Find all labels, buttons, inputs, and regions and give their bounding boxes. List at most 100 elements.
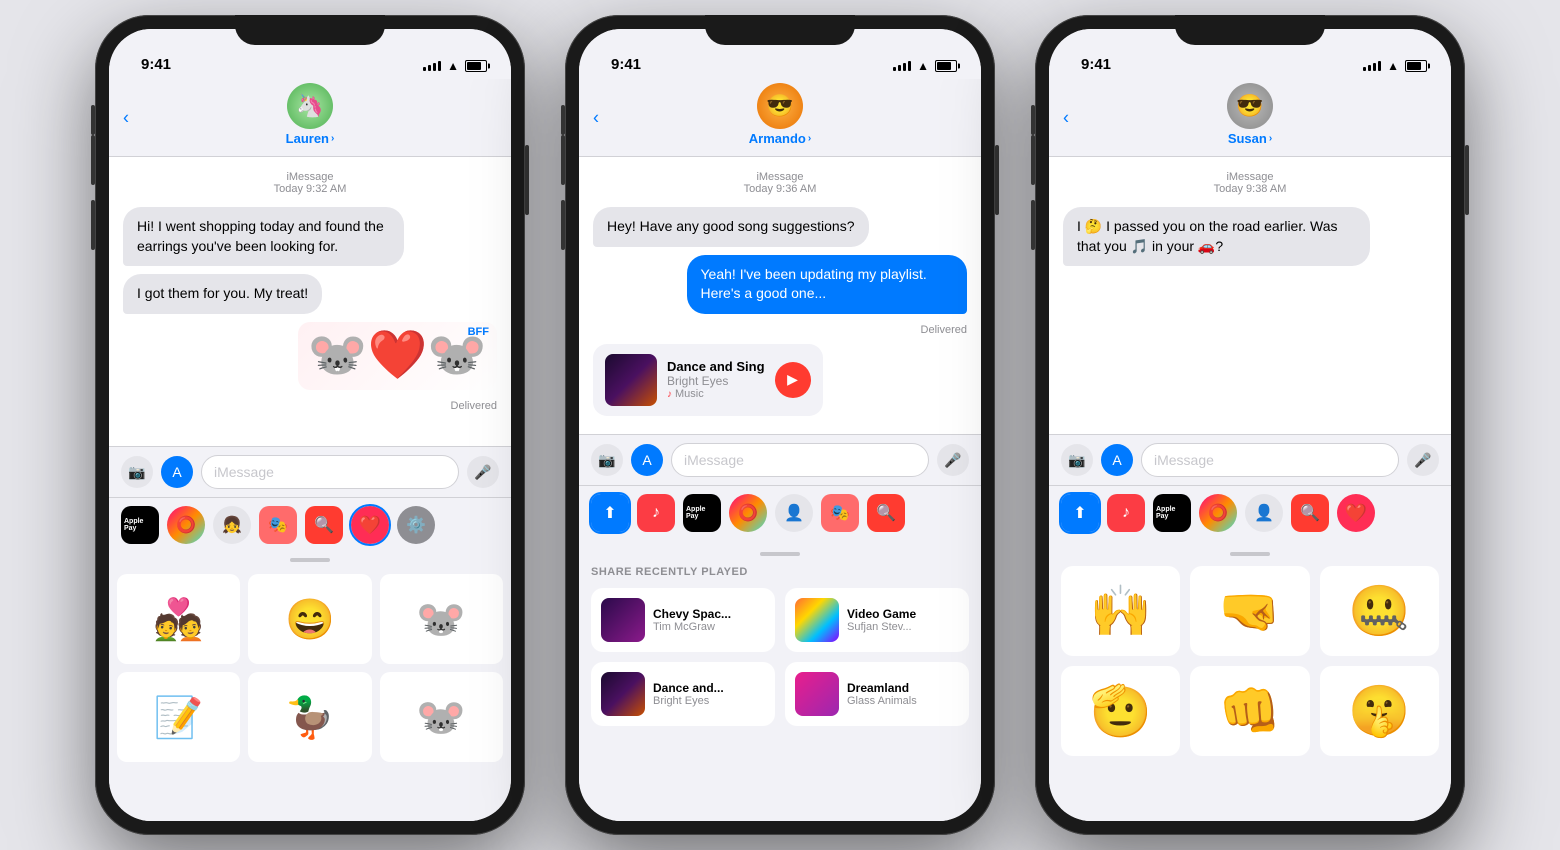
signal-bars-1 [423, 61, 441, 71]
tray-heart-3[interactable]: ❤️ [1337, 494, 1375, 532]
audio-button-1[interactable]: 🎤 [467, 456, 499, 488]
contact-name-2[interactable]: Armando › [749, 131, 811, 146]
screen-2: 9:41 ▲ ‹ 😎 Armando › [579, 29, 981, 821]
message-bubble-1: Hi! I went shopping today and found the … [123, 207, 404, 266]
recently-played-3[interactable]: Dance and... Bright Eyes [591, 662, 775, 726]
tray-search-2[interactable]: 🔍 [867, 494, 905, 532]
music-grid-1: Chevy Spac... Tim McGraw Video Game Sufj… [591, 588, 969, 726]
appstore-button-2[interactable]: A [631, 444, 663, 476]
sticker-6[interactable]: 🐭 [380, 672, 503, 762]
contact-name-1[interactable]: Lauren › [286, 131, 335, 146]
tray-apps-3[interactable]: ⬆ [1061, 494, 1099, 532]
tray-memoji-2[interactable]: 👤 [775, 494, 813, 532]
music-thumb-dance [601, 672, 645, 716]
volume-up-1 [91, 135, 95, 185]
volume-down-3 [1031, 200, 1035, 250]
imessage-input-2[interactable]: iMessage [671, 443, 929, 477]
camera-button-1[interactable]: 📷 [121, 456, 153, 488]
tray-music-3[interactable]: ♪ [1107, 494, 1145, 532]
signal-bar-3 [433, 63, 436, 71]
tray-rainbow-1[interactable]: ⭕ [167, 506, 205, 544]
tray-search-1[interactable]: 🔍 [305, 506, 343, 544]
recently-played-1[interactable]: Chevy Spac... Tim McGraw [591, 588, 775, 652]
audio-button-3[interactable]: 🎤 [1407, 444, 1439, 476]
tray-rainbow-3[interactable]: ⭕ [1199, 494, 1237, 532]
music-item-title-2: Video Game [847, 607, 959, 621]
music-item-info-1: Chevy Spac... Tim McGraw [653, 607, 765, 633]
sticker-4[interactable]: 📝 [117, 672, 240, 762]
drag-handle-2[interactable] [760, 552, 800, 556]
imessage-input-3[interactable]: iMessage [1141, 443, 1399, 477]
music-card-1[interactable]: Dance and Sing Bright Eyes ♪ Music ▶ [593, 344, 823, 416]
music-thumb-1 [605, 354, 657, 406]
recently-played-4[interactable]: Dreamland Glass Animals [785, 662, 969, 726]
tray-applepay-3[interactable]: Apple Pay [1153, 494, 1191, 532]
memoji-3[interactable]: 🤐 [1320, 566, 1439, 656]
message-bubble-4: Yeah! I've been updating my playlist. He… [687, 255, 968, 314]
recently-played-2[interactable]: Video Game Sufjan Stev... [785, 588, 969, 652]
back-button-1[interactable]: ‹ [123, 107, 129, 128]
memoji-4[interactable]: 🫡 [1061, 666, 1180, 756]
appstore-button-1[interactable]: A [161, 456, 193, 488]
contact-name-3[interactable]: Susan › [1228, 131, 1272, 146]
wifi-icon-1: ▲ [447, 59, 459, 73]
silent-switch-2 [561, 105, 565, 135]
music-item-info-2: Video Game Sufjan Stev... [847, 607, 959, 633]
panel-title-2: SHARE RECENTLY PLAYED [591, 566, 969, 578]
drag-handle-1[interactable] [290, 558, 330, 562]
app-tray-2: ⬆ ♪ Apple Pay ⭕ 👤 🎭 🔍 [579, 485, 981, 540]
camera-button-2[interactable]: 📷 [591, 444, 623, 476]
sticker-2[interactable]: 😄 [248, 574, 371, 664]
timestamp-3: iMessage Today 9:38 AM [1063, 171, 1437, 195]
memoji-5[interactable]: 👊 [1190, 666, 1309, 756]
status-icons-1: ▲ [423, 59, 487, 73]
messages-area-1: iMessage Today 9:32 AM Hi! I went shoppi… [109, 157, 511, 446]
audio-button-2[interactable]: 🎤 [937, 444, 969, 476]
back-button-3[interactable]: ‹ [1063, 107, 1069, 128]
tray-applepay-1[interactable]: Apple Pay [121, 506, 159, 544]
tray-item-4[interactable]: 🎭 [259, 506, 297, 544]
music-source-1: ♪ Music [667, 388, 765, 400]
music-thumb-dreamland [795, 672, 839, 716]
tray-apps-2[interactable]: ⬆ [591, 494, 629, 532]
battery-fill-1 [467, 62, 481, 70]
memoji-2[interactable]: 🤜 [1190, 566, 1309, 656]
tray-search-3[interactable]: 🔍 [1291, 494, 1329, 532]
status-time-1: 9:41 [133, 56, 171, 73]
memoji-6[interactable]: 🤫 [1320, 666, 1439, 756]
camera-button-3[interactable]: 📷 [1061, 444, 1093, 476]
tray-memoji-3[interactable]: 👤 [1245, 494, 1283, 532]
status-time-3: 9:41 [1073, 56, 1111, 73]
music-item-info-4: Dreamland Glass Animals [847, 681, 959, 707]
sticker-5[interactable]: 🦆 [248, 672, 371, 762]
tray-more-1[interactable]: ⚙️ [397, 506, 435, 544]
nav-header-1: ‹ 🦄 Lauren › [109, 79, 511, 157]
drag-handle-3[interactable] [1230, 552, 1270, 556]
imessage-input-1[interactable]: iMessage [201, 455, 459, 489]
sticker-1[interactable]: 💑 [117, 574, 240, 664]
tray-music-2[interactable]: ♪ [637, 494, 675, 532]
sticker-area-1: BFF 🐭❤️🐭 [298, 322, 497, 390]
input-bar-3: 📷 A iMessage 🎤 [1049, 434, 1451, 485]
tray-heart-1[interactable]: ❤️ [351, 506, 389, 544]
memoji-1[interactable]: 🙌 [1061, 566, 1180, 656]
tray-rainbow-2[interactable]: ⭕ [729, 494, 767, 532]
music-artist-1: Bright Eyes [667, 374, 765, 388]
wifi-icon-3: ▲ [1387, 59, 1399, 73]
tray-applepay-2[interactable]: Apple Pay [683, 494, 721, 532]
phone-1: 9:41 ▲ ‹ 🦄 Lauren › [95, 15, 525, 835]
sticker-3[interactable]: 🐭 [380, 574, 503, 664]
signal-bars-2 [893, 61, 911, 71]
appstore-button-3[interactable]: A [1101, 444, 1133, 476]
chevron-right-3: › [1269, 133, 1272, 144]
tray-item-5[interactable]: 🎭 [821, 494, 859, 532]
recently-played-panel: SHARE RECENTLY PLAYED Chevy Spac... Tim … [579, 540, 981, 821]
tray-memoji-1[interactable]: 👧 [213, 506, 251, 544]
notch-2 [705, 15, 855, 45]
notch-3 [1175, 15, 1325, 45]
play-button-1[interactable]: ▶ [775, 362, 811, 398]
back-button-2[interactable]: ‹ [593, 107, 599, 128]
phone-2: 9:41 ▲ ‹ 😎 Armando › [565, 15, 995, 835]
memoji-panel: 🙌 🤜 🤐 🫡 👊 🤫 [1049, 540, 1451, 821]
music-item-artist-2: Sufjan Stev... [847, 621, 959, 633]
